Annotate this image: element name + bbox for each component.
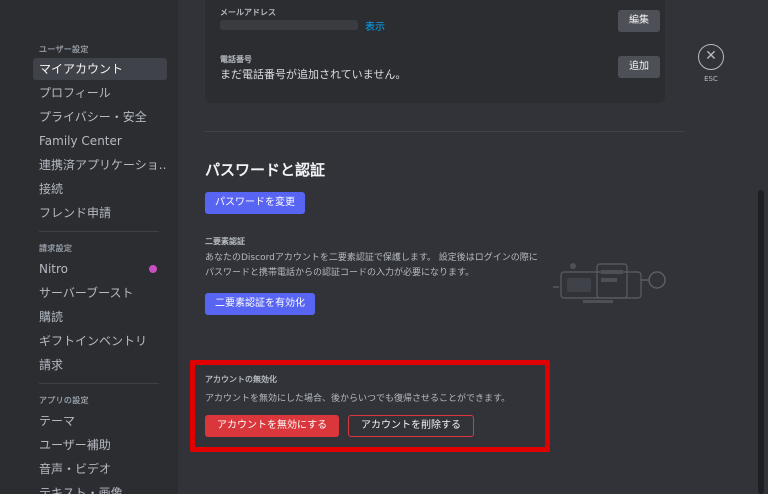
phone-add-button[interactable]: 追加 [618,56,660,78]
sidebar-item-nitro-label: Nitro [39,262,69,276]
settings-main: メールアドレス 表示 編集 電話番号 まだ電話番号が追加されていません。 追加 … [178,0,768,494]
sidebar-item-profile[interactable]: プロフィール [33,82,167,104]
sidebar-item-billing[interactable]: 請求 [33,354,167,376]
close-settings[interactable]: ✕ ESC [698,44,724,83]
sidebar-item-voice-video[interactable]: 音声・ビデオ [33,458,167,480]
password-section-title: パスワードと認証 [205,161,326,179]
sidebar-item-friend-requests[interactable]: フレンド申請 [33,202,167,224]
sidebar-item-nitro[interactable]: Nitro [33,258,167,280]
sidebar-item-family-center[interactable]: Family Center [33,130,167,152]
sidebar-item-authorized-apps[interactable]: 連携済アプリケーショ... [33,154,167,176]
sidebar-heading-billing: 請求設定 [39,244,73,253]
enable-tfa-button[interactable]: 二要素認証を有効化 [205,293,315,315]
sidebar-divider [39,231,159,232]
delete-account-button[interactable]: アカウントを削除する [348,415,474,437]
deactivation-description: アカウントを無効にした場合、後からいつでも復帰させることができます。 [205,394,511,404]
sidebar-item-text-images[interactable]: テキスト・画像 [33,482,167,494]
change-password-button[interactable]: パスワードを変更 [205,192,305,214]
close-icon[interactable]: ✕ [698,44,724,70]
esc-label: ESC [704,75,718,83]
sidebar-heading-user-settings: ユーザー設定 [39,45,89,54]
sidebar-item-server-boost[interactable]: サーバーブースト [33,282,167,304]
email-label: メールアドレス [220,8,276,17]
email-show-link[interactable]: 表示 [365,18,385,33]
email-edit-button[interactable]: 編集 [618,10,660,32]
tfa-illustration-icon [553,263,666,303]
tfa-description: あなたのDiscordアカウントを二要素認証で保護します。 設定後はログインの際… [205,253,538,278]
sidebar-heading-app-settings: アプリの設定 [39,396,89,405]
section-divider [205,131,685,132]
email-value-hidden [220,20,358,30]
sidebar-item-connections[interactable]: 接続 [33,178,167,200]
disable-account-button[interactable]: アカウントを無効にする [205,415,340,437]
sidebar-item-gift-inventory[interactable]: ギフトインベントリ [33,330,167,352]
sidebar-item-accessibility[interactable]: ユーザー補助 [33,434,167,456]
sidebar-divider [39,383,159,384]
phone-value: まだ電話番号が追加されていません。 [220,68,407,81]
settings-sidebar: ユーザー設定 マイアカウント プロフィール プライバシー・安全 Family C… [0,0,178,494]
sidebar-item-privacy-safety[interactable]: プライバシー・安全 [33,106,167,128]
sidebar-item-my-account[interactable]: マイアカウント [33,58,167,80]
account-info-card: メールアドレス 表示 編集 電話番号 まだ電話番号が追加されていません。 追加 [205,0,665,103]
tfa-label: 二要素認証 [205,237,245,246]
phone-label: 電話番号 [220,55,252,64]
sidebar-item-subscriptions[interactable]: 購読 [33,306,167,328]
nitro-icon [149,265,157,273]
sidebar-item-appearance[interactable]: テーマ [33,410,167,432]
main-scrollbar[interactable] [758,190,764,494]
deactivation-label: アカウントの無効化 [205,375,277,384]
